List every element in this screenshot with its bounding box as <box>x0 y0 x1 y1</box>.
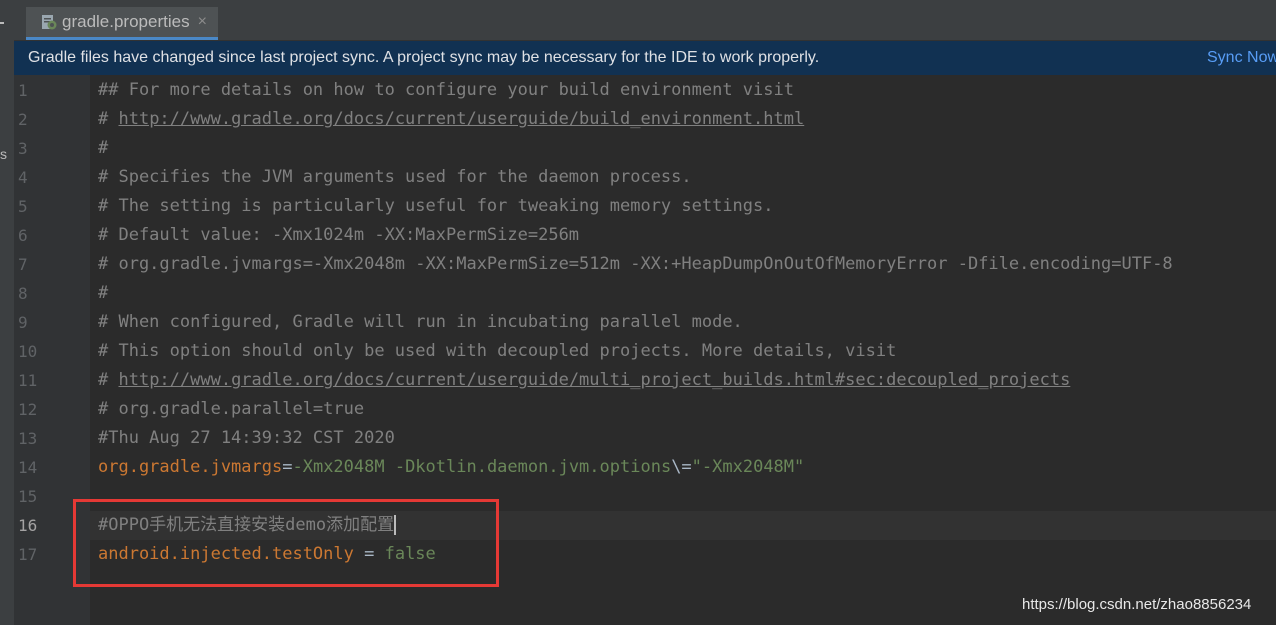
code-line[interactable]: # When configured, Gradle will run in in… <box>98 308 1173 337</box>
code-line[interactable]: # org.gradle.parallel=true <box>98 395 1173 424</box>
line-number[interactable]: 7 <box>14 250 90 279</box>
code-line[interactable]: # <box>98 134 1173 163</box>
code-token: -Xmx2048M -Dkotlin.daemon.jvm.options <box>292 457 672 477</box>
line-number[interactable]: 13 <box>14 424 90 453</box>
line-number[interactable]: 3 <box>14 134 90 163</box>
gradle-file-icon <box>42 15 57 30</box>
watermark: https://blog.csdn.net/zhao8856234 <box>1022 596 1252 613</box>
code-token: # The setting is particularly useful for… <box>98 196 774 216</box>
annotation-highlight-box <box>73 499 499 587</box>
code-link[interactable]: http://www.gradle.org/docs/current/userg… <box>118 370 1070 390</box>
close-icon[interactable]: × <box>198 13 207 31</box>
line-number[interactable]: 5 <box>14 192 90 221</box>
line-number[interactable]: 9 <box>14 308 90 337</box>
line-number[interactable]: 12 <box>14 395 90 424</box>
editor-tab-bar: gradle.properties × <box>14 0 1276 41</box>
line-numbers: 1 2 3 4 5 6 7 8 9 10 11 12 13 14 15 16 17 <box>14 76 90 569</box>
line-number[interactable]: 1 <box>14 76 90 105</box>
line-number[interactable]: 11 <box>14 366 90 395</box>
code-token: # <box>98 109 119 129</box>
code-line[interactable]: # org.gradle.jvmargs=-Xmx2048m -XX:MaxPe… <box>98 250 1173 279</box>
code-token: # This option should only be used with d… <box>98 341 897 361</box>
sync-notification-banner: Gradle files have changed since last pro… <box>14 41 1276 76</box>
line-number[interactable]: 8 <box>14 279 90 308</box>
code-line[interactable]: # Default value: -Xmx1024m -XX:MaxPermSi… <box>98 221 1173 250</box>
code-token: #Thu Aug 27 14:39:32 CST 2020 <box>98 428 395 448</box>
tool-window-strip: s <box>0 0 15 625</box>
code-token: # <box>98 138 109 158</box>
code-token: "-Xmx2048M" <box>691 457 805 477</box>
code-token: = <box>282 457 293 477</box>
code-token: # <box>98 370 119 390</box>
code-token: # Default value: -Xmx1024m -XX:MaxPermSi… <box>98 225 580 245</box>
code-line[interactable]: # The setting is particularly useful for… <box>98 192 1173 221</box>
code-line[interactable]: org.gradle.jvmargs=-Xmx2048M -Dkotlin.da… <box>98 453 1173 482</box>
code-line[interactable]: # This option should only be used with d… <box>98 337 1173 366</box>
line-number[interactable]: 6 <box>14 221 90 250</box>
code-token: # org.gradle.parallel=true <box>98 399 365 419</box>
code-token: org.gradle.jvmargs <box>98 457 283 477</box>
code-line[interactable]: # <box>98 279 1173 308</box>
code-line[interactable]: #Thu Aug 27 14:39:32 CST 2020 <box>98 424 1173 453</box>
code-lines[interactable]: ## For more details on how to configure … <box>98 76 1173 569</box>
line-number[interactable]: 4 <box>14 163 90 192</box>
code-link[interactable]: http://www.gradle.org/docs/current/userg… <box>118 109 804 129</box>
code-token: # When configured, Gradle will run in in… <box>98 312 743 332</box>
code-line[interactable]: # http://www.gradle.org/docs/current/use… <box>98 105 1173 134</box>
line-number[interactable]: 14 <box>14 453 90 482</box>
line-number[interactable]: 10 <box>14 337 90 366</box>
code-line[interactable]: ## For more details on how to configure … <box>98 76 1173 105</box>
tool-window-label[interactable]: s <box>0 146 7 162</box>
line-number[interactable]: 2 <box>14 105 90 134</box>
tab-label: gradle.properties <box>62 12 190 31</box>
code-token: # Specifies the JVM arguments used for t… <box>98 167 692 187</box>
code-token: ## For more details on how to configure … <box>98 80 794 100</box>
code-token: \= <box>671 457 692 477</box>
tab-gradle-properties[interactable]: gradle.properties × <box>26 7 218 40</box>
code-line[interactable]: # http://www.gradle.org/docs/current/use… <box>98 366 1173 395</box>
code-token: # <box>98 283 109 303</box>
strip-marker <box>0 22 4 24</box>
banner-message: Gradle files have changed since last pro… <box>28 49 820 66</box>
sync-now-link[interactable]: Sync Now <box>1207 49 1276 67</box>
code-token: # org.gradle.jvmargs=-Xmx2048m -XX:MaxPe… <box>98 254 1173 274</box>
code-line[interactable]: # Specifies the JVM arguments used for t… <box>98 163 1173 192</box>
